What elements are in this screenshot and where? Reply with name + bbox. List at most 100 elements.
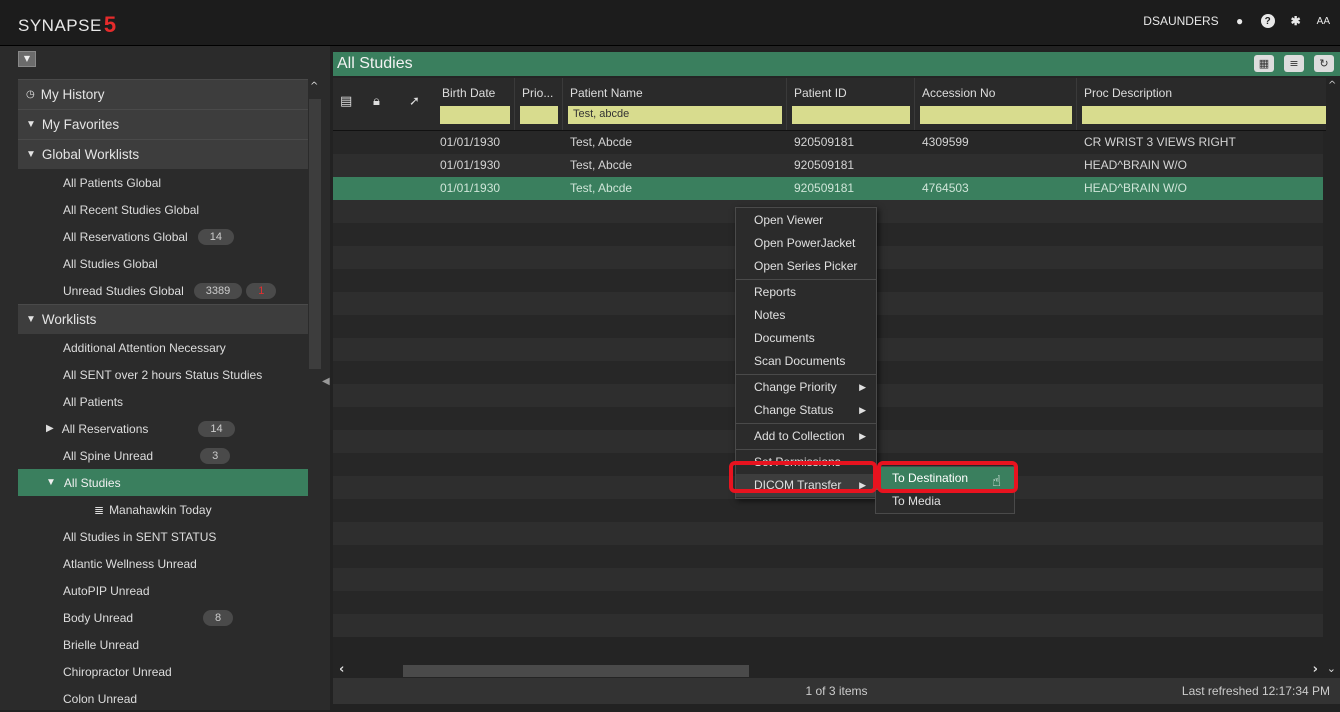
worklist-tree: ◷ My History ▼ My Favorites ▼ Global Workli…	[18, 79, 308, 712]
menu-change-status[interactable]: Change Status ▶	[736, 399, 876, 422]
menu-documents[interactable]: Documents	[736, 327, 876, 350]
section-my-history[interactable]: ◷ My History	[18, 79, 308, 109]
scroll-thumb[interactable]	[403, 665, 749, 677]
username-label[interactable]: DSAUNDERS	[1143, 14, 1218, 28]
empty-row	[333, 614, 1323, 637]
sidebar-item[interactable]: All Patients Global	[18, 169, 308, 196]
help-icon[interactable]: ?	[1260, 14, 1275, 28]
sidebar-item[interactable]: Unread Studies Global 3389 1	[18, 277, 308, 304]
scroll-up-icon[interactable]: ^	[310, 81, 318, 92]
column-settings-icon[interactable]: ≡	[1284, 55, 1304, 72]
sidebar-item[interactable]: Body Unread 8	[18, 604, 308, 631]
menu-scan-documents[interactable]: Scan Documents	[736, 350, 876, 373]
sidebar-item[interactable]: AutoPIP Unread	[18, 577, 308, 604]
grid-header: ▤ 🔒︎ ➚ Birth Date Prio... Patient Name Te…	[333, 78, 1340, 131]
document-icon[interactable]: ▤	[340, 94, 352, 109]
sidebar-item[interactable]: All Recent Studies Global	[18, 196, 308, 223]
context-menu: Open Viewer Open PowerJacket Open Series…	[735, 207, 877, 499]
scroll-left-icon[interactable]: ‹	[339, 662, 344, 677]
menu-open-series-picker[interactable]: Open Series Picker	[736, 255, 876, 278]
count-badge: 14	[198, 420, 235, 437]
gear-icon[interactable]: ✱	[1289, 14, 1303, 28]
sidebar-scrollbar[interactable]: ^	[308, 79, 322, 710]
sidebar-item[interactable]: All Patients	[18, 388, 308, 415]
header-buttons: ▦ ≡ ↻	[1254, 55, 1334, 72]
count-badge: 3389	[193, 282, 243, 299]
sidebar-item[interactable]: Colon Unread	[18, 685, 308, 712]
top-right-controls: DSAUNDERS ● ? ✱ AA	[1143, 14, 1330, 28]
submenu-arrow-icon: ▶	[859, 431, 866, 441]
column-priority[interactable]: Prio...	[515, 78, 563, 130]
column-accession-no[interactable]: Accession No	[915, 78, 1077, 130]
column-birth-date[interactable]: Birth Date	[435, 78, 515, 130]
scroll-right-icon[interactable]: ›	[1313, 662, 1318, 677]
menu-to-media[interactable]: To Media	[876, 490, 1014, 513]
grid-layout-icon[interactable]: ▦	[1254, 55, 1274, 72]
critical-count-badge: 1	[246, 282, 277, 299]
sidebar-dropdown-button[interactable]: ▼	[18, 51, 36, 67]
sidebar-item[interactable]: All SENT over 2 hours Status Studies	[18, 361, 308, 388]
scroll-down-icon[interactable]: ⌄	[1327, 662, 1336, 675]
triangle-right-icon[interactable]: ▶	[46, 423, 54, 434]
filter-accession-no[interactable]	[920, 106, 1072, 124]
empty-row	[333, 545, 1323, 568]
sidebar-item[interactable]: Additional Attention Necessary	[18, 334, 308, 361]
sidebar-item[interactable]: All Reservations Global 14	[18, 223, 308, 250]
empty-row	[333, 591, 1323, 614]
menu-open-viewer[interactable]: Open Viewer	[736, 209, 876, 232]
hand-cursor-icon: ☝	[992, 472, 1002, 490]
sidebar-item-all-studies[interactable]: ▼ All Studies	[18, 469, 308, 496]
filter-patient-name[interactable]: Test, abcde	[568, 106, 782, 124]
sidebar-item[interactable]: Chiropractor Unread	[18, 658, 308, 685]
grid-vertical-scrollbar[interactable]: ^	[1326, 78, 1340, 662]
triangle-down-icon: ▼	[26, 149, 36, 160]
column-patient-name[interactable]: Patient Name Test, abcde	[563, 78, 787, 130]
column-proc-description[interactable]: Proc Description	[1077, 78, 1326, 130]
menu-change-priority[interactable]: Change Priority ▶	[736, 376, 876, 399]
section-global-worklists[interactable]: ▼ Global Worklists	[18, 139, 308, 169]
top-bar: SYNAPSE5 DSAUNDERS ● ? ✱ AA	[0, 0, 1340, 46]
font-size-button[interactable]: AA	[1317, 16, 1330, 27]
collapse-sidebar-icon[interactable]: ◀	[322, 376, 330, 387]
filter-patient-id[interactable]	[792, 106, 910, 124]
triangle-down-icon: ▼	[26, 314, 36, 325]
table-row[interactable]: 01/01/1930 Test, Abcde 920509181 HEAD^BR…	[333, 154, 1323, 177]
grid-horizontal-scrollbar[interactable]: ‹ › ⌄	[333, 662, 1340, 678]
status-bar: 1 of 3 items Last refreshed 12:17:34 PM	[333, 678, 1340, 704]
sidebar-item[interactable]: Brielle Unread	[18, 631, 308, 658]
sidebar-item[interactable]: Atlantic Wellness Unread	[18, 550, 308, 577]
clock-icon: ◷	[26, 89, 35, 100]
triangle-down-icon: ▼	[26, 119, 36, 130]
count-badge: 8	[203, 609, 234, 626]
refresh-icon[interactable]: ↻	[1314, 55, 1334, 72]
submenu-arrow-icon: ▶	[859, 382, 866, 392]
panel-header: All Studies ▦ ≡ ↻	[333, 52, 1340, 76]
filter-proc-description[interactable]	[1082, 106, 1326, 124]
sidebar-item[interactable]: All Studies in SENT STATUS	[18, 523, 308, 550]
table-row[interactable]: 01/01/1930 Test, Abcde 920509181 4309599…	[333, 131, 1323, 154]
sidebar-item[interactable]: ▶ All Reservations 14	[18, 415, 308, 442]
sidebar: ▼ ◷ My History ▼ My Favorites ▼ Global Work…	[0, 46, 330, 710]
sidebar-item[interactable]: All Spine Unread 3	[18, 442, 308, 469]
empty-row	[333, 522, 1323, 545]
menu-reports[interactable]: Reports	[736, 281, 876, 304]
scroll-thumb[interactable]	[309, 99, 321, 369]
section-worklists[interactable]: ▼ Worklists	[18, 304, 308, 334]
table-row-selected[interactable]: 01/01/1930 Test, Abcde 920509181 4764503…	[333, 177, 1323, 200]
menu-open-powerjacket[interactable]: Open PowerJacket	[736, 232, 876, 255]
triangle-down-icon[interactable]: ▼	[46, 477, 56, 488]
pin-icon[interactable]: ➚	[409, 94, 420, 109]
lock-icon[interactable]: 🔒︎	[373, 94, 380, 109]
sidebar-item[interactable]: All Studies Global	[18, 250, 308, 277]
scroll-up-icon[interactable]: ^	[1328, 80, 1336, 91]
menu-notes[interactable]: Notes	[736, 304, 876, 327]
filter-birth-date[interactable]	[440, 106, 510, 124]
empty-row	[333, 568, 1323, 591]
filter-priority[interactable]	[520, 106, 558, 124]
app-logo: SYNAPSE5	[18, 12, 117, 37]
sidebar-item[interactable]: ≣ Manahawkin Today	[18, 496, 308, 523]
section-my-favorites[interactable]: ▼ My Favorites	[18, 109, 308, 139]
menu-add-to-collection[interactable]: Add to Collection ▶	[736, 425, 876, 448]
column-patient-id[interactable]: Patient ID	[787, 78, 915, 130]
chat-icon[interactable]: ●	[1233, 14, 1247, 28]
